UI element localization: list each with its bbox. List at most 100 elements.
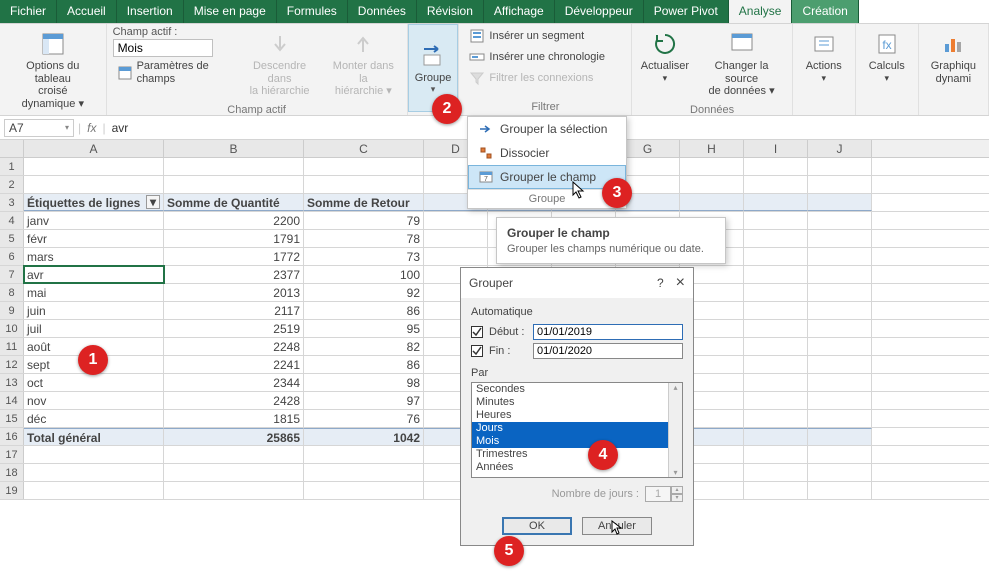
cell[interactable]: [808, 392, 872, 409]
cell[interactable]: [808, 176, 872, 193]
cell[interactable]: [744, 374, 808, 391]
cell[interactable]: [808, 482, 872, 499]
cell[interactable]: [808, 266, 872, 283]
cell[interactable]: juil: [24, 320, 164, 337]
list-item[interactable]: Mois: [472, 435, 682, 448]
tab-review[interactable]: Révision: [417, 0, 484, 23]
cell[interactable]: mai: [24, 284, 164, 301]
cell[interactable]: 86: [304, 302, 424, 319]
tab-formulas[interactable]: Formules: [277, 0, 348, 23]
cell[interactable]: [744, 320, 808, 337]
cell[interactable]: [24, 482, 164, 499]
cell[interactable]: [808, 446, 872, 463]
cell[interactable]: 2377: [164, 266, 304, 283]
cell[interactable]: [744, 176, 808, 193]
cell[interactable]: [808, 338, 872, 355]
cell[interactable]: [164, 158, 304, 175]
cell[interactable]: mars: [24, 248, 164, 265]
row-header[interactable]: 14: [0, 392, 24, 409]
cell[interactable]: déc: [24, 410, 164, 427]
select-all-corner[interactable]: [0, 140, 24, 157]
menu-group-field[interactable]: 7 Grouper le champ: [468, 165, 626, 189]
cell[interactable]: 2248: [164, 338, 304, 355]
cell[interactable]: [744, 464, 808, 481]
row-header[interactable]: 8: [0, 284, 24, 301]
menu-ungroup[interactable]: Dissocier: [468, 141, 626, 165]
cell[interactable]: [808, 230, 872, 247]
cell[interactable]: [24, 176, 164, 193]
cell[interactable]: [424, 230, 488, 247]
cell[interactable]: 82: [304, 338, 424, 355]
cell[interactable]: [808, 320, 872, 337]
cell[interactable]: 78: [304, 230, 424, 247]
tab-view[interactable]: Affichage: [484, 0, 555, 23]
cell[interactable]: 2013: [164, 284, 304, 301]
row-header[interactable]: 17: [0, 446, 24, 463]
col-header-A[interactable]: A: [24, 140, 164, 157]
change-source-button[interactable]: Changer la source de données ▾: [697, 26, 785, 102]
cell[interactable]: 2117: [164, 302, 304, 319]
cell[interactable]: [680, 158, 744, 175]
field-settings-button[interactable]: Paramètres de champs: [113, 58, 234, 87]
cell[interactable]: [304, 158, 424, 175]
list-item[interactable]: Jours: [472, 422, 682, 435]
end-input[interactable]: [533, 343, 683, 359]
row-header[interactable]: 13: [0, 374, 24, 391]
col-header-J[interactable]: J: [808, 140, 872, 157]
cell[interactable]: [808, 374, 872, 391]
cell[interactable]: 1791: [164, 230, 304, 247]
cell[interactable]: [680, 194, 744, 211]
row-header[interactable]: 3: [0, 194, 24, 211]
row-header[interactable]: 18: [0, 464, 24, 481]
tab-layout[interactable]: Mise en page: [184, 0, 277, 23]
cell[interactable]: avr: [24, 266, 164, 283]
dialog-close-button[interactable]: ×: [676, 274, 685, 292]
cell[interactable]: 1772: [164, 248, 304, 265]
cell[interactable]: [808, 428, 872, 445]
refresh-button[interactable]: Actualiser▾: [638, 26, 691, 87]
row-header[interactable]: 4: [0, 212, 24, 229]
cell[interactable]: [744, 230, 808, 247]
cell[interactable]: Somme de Quantité: [164, 194, 304, 211]
cell[interactable]: [164, 446, 304, 463]
by-list[interactable]: SecondesMinutesHeuresJoursMoisTrimestres…: [471, 382, 683, 478]
name-box[interactable]: A7▾: [4, 119, 74, 137]
col-header-I[interactable]: I: [744, 140, 808, 157]
menu-group-selection[interactable]: Grouper la sélection: [468, 117, 626, 141]
cell[interactable]: 98: [304, 374, 424, 391]
list-item[interactable]: Années: [472, 461, 682, 474]
end-checkbox[interactable]: [471, 345, 483, 357]
row-header[interactable]: 11: [0, 338, 24, 355]
cell[interactable]: [744, 428, 808, 445]
cell[interactable]: [744, 482, 808, 499]
tab-design[interactable]: Création: [792, 0, 858, 23]
active-field-input[interactable]: [113, 39, 213, 57]
cell[interactable]: [744, 212, 808, 229]
cell[interactable]: [24, 158, 164, 175]
row-header[interactable]: 16: [0, 428, 24, 445]
cell[interactable]: [744, 158, 808, 175]
actions-button[interactable]: Actions▾: [799, 26, 849, 87]
cell[interactable]: 76: [304, 410, 424, 427]
cell[interactable]: [24, 446, 164, 463]
cell[interactable]: Étiquettes de lignes▾: [24, 194, 164, 211]
ok-button[interactable]: OK: [502, 517, 572, 535]
cell[interactable]: [808, 158, 872, 175]
cell[interactable]: juin: [24, 302, 164, 319]
row-header[interactable]: 5: [0, 230, 24, 247]
col-header-B[interactable]: B: [164, 140, 304, 157]
scrollbar[interactable]: ▴ ▾: [668, 383, 682, 477]
cell[interactable]: [744, 338, 808, 355]
row-header[interactable]: 1: [0, 158, 24, 175]
row-header[interactable]: 15: [0, 410, 24, 427]
cell[interactable]: [744, 302, 808, 319]
cell[interactable]: [424, 212, 488, 229]
row-header[interactable]: 9: [0, 302, 24, 319]
tab-home[interactable]: Accueil: [57, 0, 117, 23]
cell[interactable]: nov: [24, 392, 164, 409]
cell[interactable]: 86: [304, 356, 424, 373]
cell[interactable]: [808, 248, 872, 265]
cell[interactable]: 79: [304, 212, 424, 229]
cell[interactable]: 95: [304, 320, 424, 337]
cell[interactable]: [24, 464, 164, 481]
